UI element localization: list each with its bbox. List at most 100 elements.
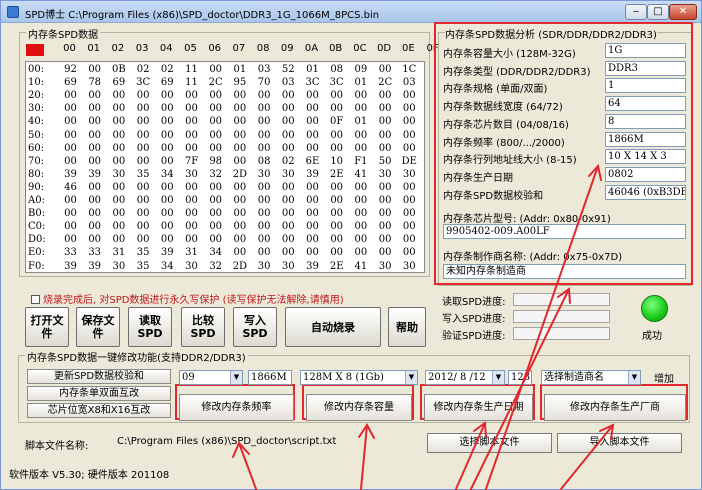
- hex-cell[interactable]: 00: [397, 102, 422, 115]
- hex-cell[interactable]: 01: [300, 63, 325, 76]
- hex-cell[interactable]: 00: [397, 181, 422, 194]
- hex-cell[interactable]: 00: [421, 233, 424, 246]
- hex-cell[interactable]: 00: [300, 194, 325, 207]
- analysis-field-value[interactable]: 46046 (0xB3DE): [605, 184, 686, 200]
- hex-cell[interactable]: 00: [397, 220, 422, 233]
- hex-cell[interactable]: 00: [373, 129, 398, 142]
- hex-cell[interactable]: 00: [252, 102, 277, 115]
- read-spd-button[interactable]: 读取 SPD: [128, 307, 172, 347]
- hex-cell[interactable]: 69: [58, 76, 83, 89]
- hex-cell[interactable]: 00: [58, 233, 83, 246]
- hex-cell[interactable]: 30: [276, 260, 301, 273]
- hex-cell[interactable]: 00: [82, 102, 107, 115]
- hex-cell[interactable]: 00: [373, 181, 398, 194]
- hex-cell[interactable]: 00: [373, 207, 398, 220]
- hex-cell[interactable]: 00: [252, 89, 277, 102]
- hex-cell[interactable]: 00: [179, 181, 204, 194]
- hex-cell[interactable]: 35: [131, 260, 156, 273]
- hex-cell[interactable]: 00: [252, 115, 277, 128]
- hex-cell[interactable]: 00: [203, 115, 228, 128]
- hex-cell[interactable]: 00: [324, 181, 349, 194]
- hex-cell[interactable]: 00: [58, 220, 83, 233]
- frequency-select[interactable]: 09 ▼: [179, 370, 243, 385]
- hex-cell[interactable]: 33: [58, 246, 83, 259]
- hex-cell[interactable]: 00: [227, 233, 252, 246]
- hex-cell[interactable]: 00: [373, 63, 398, 76]
- hex-cell[interactable]: 00: [397, 233, 422, 246]
- maximize-button[interactable]: □: [647, 4, 669, 20]
- hex-cell[interactable]: 69: [155, 76, 180, 89]
- hex-cell[interactable]: 33: [82, 246, 107, 259]
- hex-cell[interactable]: 00: [373, 89, 398, 102]
- hex-cell[interactable]: 00: [227, 155, 252, 168]
- hex-cell[interactable]: 11: [179, 63, 204, 76]
- hex-cell[interactable]: 03: [276, 76, 301, 89]
- hex-cell[interactable]: 00: [82, 194, 107, 207]
- hex-cell[interactable]: 00: [227, 142, 252, 155]
- hex-cell[interactable]: 00: [227, 102, 252, 115]
- hex-cell[interactable]: 00: [58, 102, 83, 115]
- hex-cell[interactable]: 30: [373, 168, 398, 181]
- hex-cell[interactable]: 00: [106, 102, 131, 115]
- hex-cell[interactable]: 00: [421, 115, 424, 128]
- hex-cell[interactable]: 00: [155, 142, 180, 155]
- hex-cell[interactable]: 00: [106, 181, 131, 194]
- hex-cell[interactable]: 50: [373, 155, 398, 168]
- hex-cell[interactable]: 00: [131, 115, 156, 128]
- hex-cell[interactable]: 00: [324, 220, 349, 233]
- hex-cell[interactable]: 00: [82, 207, 107, 220]
- hex-cell[interactable]: 00: [82, 181, 107, 194]
- hex-cell[interactable]: 00: [252, 246, 277, 259]
- hex-cell[interactable]: 00: [397, 246, 422, 259]
- hex-cell[interactable]: 0B: [106, 63, 131, 76]
- hex-cell[interactable]: 00: [227, 194, 252, 207]
- compare-spd-button[interactable]: 比较 SPD: [181, 307, 225, 347]
- hex-cell[interactable]: 00: [300, 115, 325, 128]
- hex-cell[interactable]: 00: [397, 142, 422, 155]
- hex-cell[interactable]: 69: [106, 76, 131, 89]
- help-button[interactable]: 帮助: [388, 307, 426, 347]
- hex-cell[interactable]: 00: [421, 207, 424, 220]
- hex-cell[interactable]: 10: [324, 155, 349, 168]
- hex-cell[interactable]: 00: [203, 89, 228, 102]
- date-spin[interactable]: 123: [508, 370, 532, 385]
- hex-cell[interactable]: 30: [252, 168, 277, 181]
- hex-cell[interactable]: 01: [348, 115, 373, 128]
- hex-cell[interactable]: 00: [324, 142, 349, 155]
- hex-cell[interactable]: 98: [203, 155, 228, 168]
- hex-cell[interactable]: 00: [276, 233, 301, 246]
- hex-cell[interactable]: 00: [276, 246, 301, 259]
- hex-cell[interactable]: 00: [131, 181, 156, 194]
- hex-cell[interactable]: 00: [58, 194, 83, 207]
- hex-cell[interactable]: 00: [58, 89, 83, 102]
- hex-cell[interactable]: 00: [179, 233, 204, 246]
- hex-cell[interactable]: 00: [82, 115, 107, 128]
- hex-cell[interactable]: 00: [276, 181, 301, 194]
- hex-cell[interactable]: 00: [252, 207, 277, 220]
- hex-cell[interactable]: 03: [397, 76, 422, 89]
- hex-cell[interactable]: 08: [324, 63, 349, 76]
- hex-cell[interactable]: 00: [106, 129, 131, 142]
- hex-cell[interactable]: 00: [82, 129, 107, 142]
- hex-cell[interactable]: 0D: [421, 76, 424, 89]
- hex-cell[interactable]: 30: [397, 168, 422, 181]
- hex-cell[interactable]: 00: [300, 181, 325, 194]
- hex-cell[interactable]: 00: [106, 155, 131, 168]
- modify-capacity-button[interactable]: 修改内存条容量: [306, 394, 412, 421]
- hex-cell[interactable]: 00: [324, 129, 349, 142]
- analysis-field-value[interactable]: 10 X 14 X 3: [605, 149, 686, 165]
- analysis-field-value[interactable]: 1: [605, 78, 686, 94]
- analysis-field-value[interactable]: 64: [605, 96, 686, 112]
- hex-cell[interactable]: 2C: [373, 76, 398, 89]
- hex-cell[interactable]: 00: [397, 129, 422, 142]
- hex-cell[interactable]: 00: [179, 142, 204, 155]
- hex-cell[interactable]: 00: [179, 89, 204, 102]
- hex-cell[interactable]: 00: [131, 89, 156, 102]
- select-script-button[interactable]: 选择脚本文件: [427, 433, 552, 453]
- hex-cell[interactable]: 92: [58, 63, 83, 76]
- hex-cell[interactable]: 00: [155, 102, 180, 115]
- hex-cell[interactable]: 00: [373, 102, 398, 115]
- hex-cell[interactable]: 00: [252, 129, 277, 142]
- analysis-field-value[interactable]: 1866M: [605, 131, 686, 147]
- hex-cell[interactable]: 3C: [324, 76, 349, 89]
